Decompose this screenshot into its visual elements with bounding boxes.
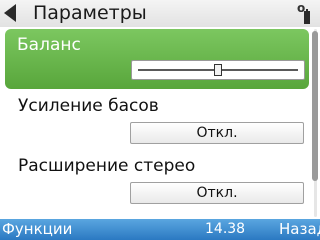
scrollbar-thumb[interactable]: [312, 31, 318, 181]
battery-icon: [304, 9, 310, 24]
status-indicators: o: [296, 1, 318, 25]
settings-item-balance[interactable]: Баланс: [5, 29, 309, 89]
softkey-bar: Функции 14.38 Назад: [0, 219, 320, 240]
bass-boost-value[interactable]: Откл.: [130, 122, 304, 144]
page-title: Параметры: [33, 2, 147, 24]
settings-item-stereo-widening[interactable]: Расширение стерео Откл.: [0, 152, 310, 212]
options-softkey[interactable]: Функции: [2, 220, 72, 238]
scrollbar[interactable]: [311, 27, 320, 219]
settings-item-bass-boost[interactable]: Усиление басов Откл.: [0, 92, 310, 152]
balance-slider[interactable]: [131, 60, 305, 80]
settings-item-label: Расширение стерео: [18, 156, 196, 176]
stereo-widening-value[interactable]: Откл.: [130, 182, 304, 204]
settings-item-label: Усиление басов: [18, 96, 159, 116]
slider-thumb[interactable]: [214, 64, 222, 76]
back-softkey[interactable]: Назад: [279, 220, 320, 238]
back-arrow-icon[interactable]: [4, 4, 16, 22]
settings-item-label: Баланс: [17, 35, 81, 55]
clock: 14.38: [205, 221, 246, 237]
title-bar: Параметры o: [0, 0, 320, 27]
